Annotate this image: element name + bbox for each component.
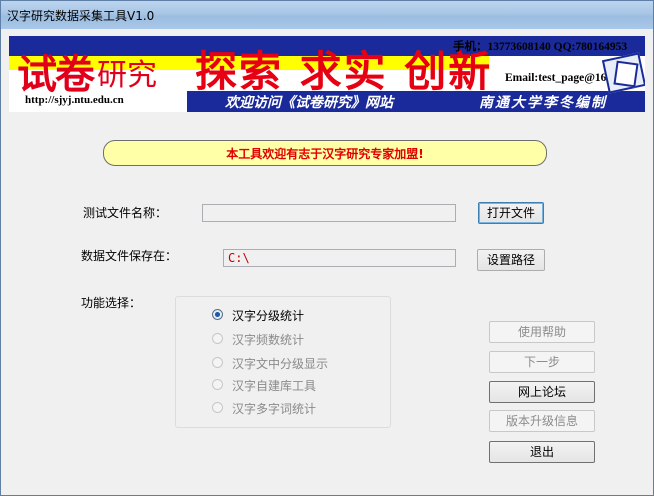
- banner-logo-text: 研究: [97, 58, 157, 93]
- banner-logo-mark: 试卷: [17, 51, 95, 98]
- title-bar[interactable]: 汉字研究数据采集工具V1.0: [1, 1, 653, 29]
- document-page-icon: [613, 60, 639, 88]
- function-label: 功能选择：: [81, 296, 142, 310]
- next-step-button[interactable]: 下一步: [489, 351, 595, 373]
- save-path-input[interactable]: C:\: [223, 249, 456, 267]
- banner-author: 南通大学李冬编制: [479, 95, 607, 111]
- radio-label: 汉字文中分级显示: [232, 357, 329, 371]
- set-path-button[interactable]: 设置路径: [477, 249, 545, 271]
- header-banner: 试卷 研究 探索 求实 创新 手机：13773608140 QQ:7801649…: [9, 36, 645, 112]
- radio-label: 汉字多字词统计: [232, 402, 317, 416]
- radio-button[interactable]: [212, 402, 223, 413]
- banner-phone: 手机：13773608140 QQ:780164953: [453, 41, 628, 53]
- radio-button[interactable]: [212, 333, 223, 344]
- help-button[interactable]: 使用帮助: [489, 321, 595, 343]
- radio-label: 汉字频数统计: [232, 333, 305, 347]
- main-window: 汉字研究数据采集工具V1.0 试卷 研究 探索 求实 创新 手机：1377360…: [0, 0, 654, 496]
- window-title: 汉字研究数据采集工具V1.0: [7, 9, 155, 23]
- forum-button[interactable]: 网上论坛: [489, 381, 595, 403]
- function-group: 汉字分级统计 汉字频数统计 汉字文中分级显示 汉字自建库工具 汉字多字词统计: [175, 296, 391, 428]
- open-file-button[interactable]: 打开文件: [478, 202, 544, 224]
- test-file-input[interactable]: [202, 204, 456, 222]
- banner-slogan: 探索 求实 创新: [195, 47, 493, 96]
- upgrade-info-button[interactable]: 版本升级信息: [489, 410, 595, 432]
- save-path-label: 数据文件保存在：: [81, 249, 178, 263]
- radio-label: 汉字分级统计: [232, 309, 305, 323]
- banner-url: http://sjyj.ntu.edu.cn: [25, 94, 124, 106]
- exit-button[interactable]: 退出: [489, 441, 595, 463]
- test-file-label: 测试文件名称：: [83, 206, 168, 220]
- radio-label: 汉字自建库工具: [232, 379, 317, 393]
- banner-welcome: 欢迎访问《试卷研究》网站: [225, 95, 393, 111]
- notice-text: 本工具欢迎有志于汉字研究专家加盟!: [226, 147, 424, 161]
- notice-banner: 本工具欢迎有志于汉字研究专家加盟!: [103, 140, 547, 166]
- radio-button[interactable]: [212, 357, 223, 368]
- radio-button[interactable]: [212, 309, 223, 320]
- radio-button[interactable]: [212, 379, 223, 390]
